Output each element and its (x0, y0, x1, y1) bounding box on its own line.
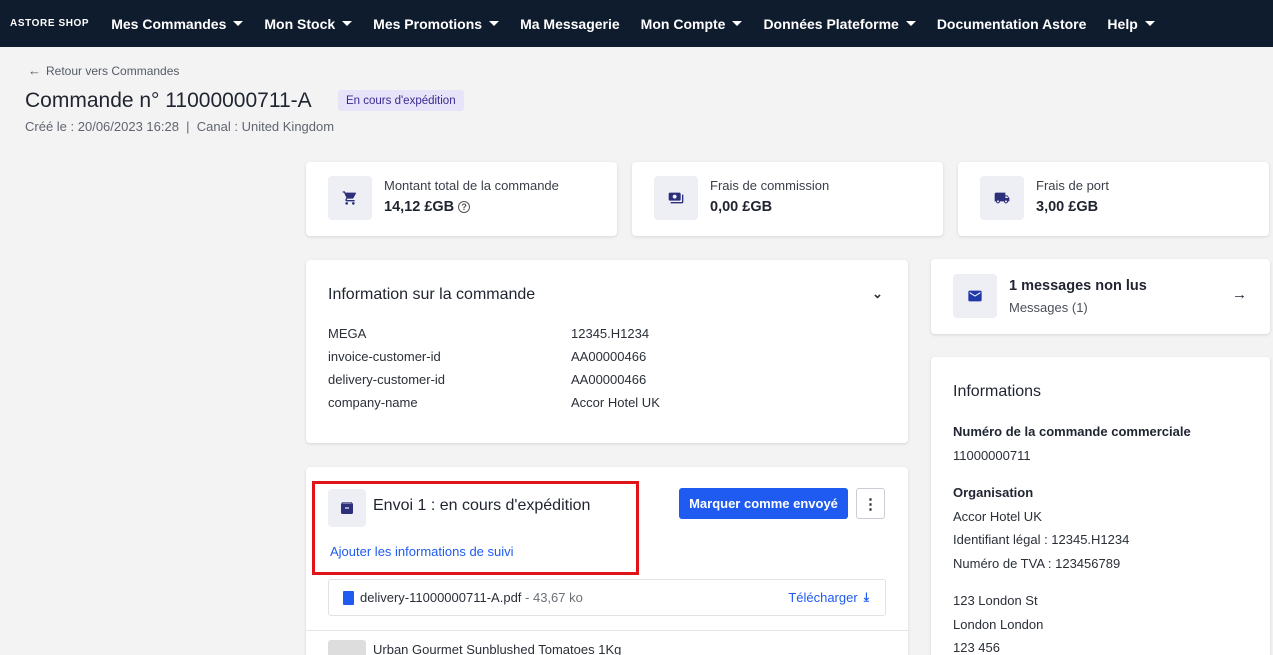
download-button[interactable]: Télécharger ⤓ (788, 590, 869, 605)
order-info-title: Information sur la commande (328, 286, 536, 303)
address-line: 123 London St (953, 593, 1038, 608)
stat-label: Frais de port (1036, 178, 1109, 193)
caret-down-icon (905, 21, 916, 26)
nav-item-donnees-plateforme[interactable]: Données Plateforme (763, 16, 916, 32)
organisation-label: Organisation (953, 485, 1034, 500)
top-nav: ASTORE SHOP Mes Commandes Mon Stock Mes … (0, 0, 1273, 47)
nav-item-ma-messagerie[interactable]: Ma Messagerie (520, 16, 620, 32)
nav-item-documentation[interactable]: Documentation Astore (937, 16, 1087, 32)
caret-down-icon (233, 21, 244, 26)
messages-subtitle: Messages (1) (1009, 300, 1088, 315)
page-title: Commande n° 11000000711-A (25, 89, 312, 112)
stat-value: 14,12 £GB? (384, 199, 471, 215)
file-name: delivery-11000000711-A.pdf - 43,67 ko (360, 590, 583, 605)
info-value: AA00000466 (571, 372, 647, 387)
stat-value: 0,00 £GB (710, 199, 773, 215)
info-value: Accor Hotel UK (571, 395, 660, 410)
status-badge: En cours d'expédition (338, 90, 464, 111)
nav-item-mes-promotions[interactable]: Mes Promotions (373, 16, 500, 32)
organisation-block: Organisation Accor Hotel UK Identifiant … (953, 481, 1129, 575)
info-key: MEGA (328, 326, 367, 341)
organisation-name: Accor Hotel UK (953, 508, 1042, 524)
info-value: AA00000466 (571, 349, 647, 364)
commercial-order-label: Numéro de la commande commerciale (953, 424, 1191, 439)
file-row: delivery-11000000711-A.pdf - 43,67 ko Té… (328, 579, 886, 616)
file-icon (343, 591, 354, 605)
commercial-order-value: 11000000711 (953, 447, 1031, 463)
caret-down-icon (732, 21, 743, 26)
informations-title: Informations (953, 383, 1042, 400)
address-line: London London (953, 616, 1044, 632)
caret-down-icon (489, 21, 500, 26)
address-line: 123 456 (953, 640, 1000, 655)
commercial-order-block: Numéro de la commande commerciale 110000… (953, 420, 1191, 467)
nav-item-mon-stock[interactable]: Mon Stock (264, 16, 353, 32)
brand-logo[interactable]: ASTORE SHOP (10, 18, 89, 29)
nav-item-help[interactable]: Help (1107, 16, 1155, 32)
address-block: 123 London St London London 123 456 (953, 589, 1043, 655)
download-icon: ⤓ (863, 590, 869, 604)
messages-title: 1 messages non lus (1009, 278, 1147, 294)
mail-icon (953, 274, 997, 318)
help-circle-icon[interactable]: ? (458, 201, 471, 213)
truck-icon (980, 176, 1024, 220)
info-key: company-name (328, 395, 418, 410)
nav-item-mes-commandes[interactable]: Mes Commandes (111, 16, 244, 32)
vat-number: Numéro de TVA : 123456789 (953, 555, 1121, 571)
more-options-button[interactable]: ⋮ (856, 488, 885, 519)
order-meta: Créé le : 20/06/2023 16:28 | Canal : Uni… (25, 119, 335, 134)
caret-down-icon (1144, 21, 1155, 26)
money-icon (654, 176, 698, 220)
stat-label: Montant total de la commande (384, 178, 559, 193)
chevron-down-icon[interactable]: ⌄ (872, 286, 883, 302)
stat-card-shipping: Frais de port 3,00 £GB (958, 162, 1269, 236)
info-key: delivery-customer-id (328, 372, 446, 387)
stat-card-commission: Frais de commission 0,00 £GB (632, 162, 943, 236)
product-thumbnail (328, 640, 366, 655)
order-info-card: Information sur la commande ⌄ MEGA 12345… (306, 260, 908, 443)
product-name: Urban Gourmet Sunblushed Tomatoes 1Kg (373, 642, 622, 655)
highlight-box (312, 481, 639, 575)
arrow-right-icon[interactable]: → (1232, 286, 1247, 303)
caret-down-icon (342, 21, 353, 26)
mark-as-sent-button[interactable]: Marquer comme envoyé (679, 488, 848, 519)
info-value: 12345.H1234 (571, 326, 650, 341)
legal-id: Identifiant légal : 12345.H1234 (953, 532, 1130, 547)
cart-icon (328, 176, 372, 220)
stat-label: Frais de commission (710, 178, 830, 193)
info-key: invoice-customer-id (328, 349, 441, 364)
divider (306, 630, 908, 631)
stat-card-total: Montant total de la commande 14,12 £GB? (306, 162, 617, 236)
stat-value: 3,00 £GB (1036, 199, 1099, 215)
arrow-left-icon: ← (28, 63, 41, 78)
nav-item-mon-compte[interactable]: Mon Compte (641, 16, 743, 32)
back-link[interactable]: ← Retour vers Commandes (28, 63, 179, 78)
